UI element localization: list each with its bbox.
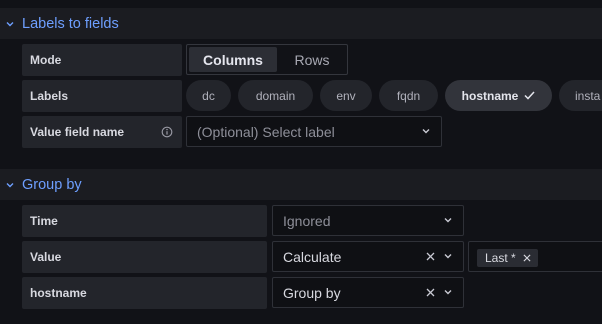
mode-rows-button[interactable]: Rows <box>279 47 345 72</box>
mode-columns-button[interactable]: Columns <box>189 47 277 72</box>
label-text: Value field name <box>30 125 125 139</box>
group-by-header[interactable]: Group by <box>0 169 602 200</box>
chevron-down-icon[interactable] <box>5 180 15 190</box>
value-config-select[interactable]: Calculate <box>272 241 464 272</box>
mode-segmented-control[interactable]: Columns Rows <box>186 44 348 75</box>
chevron-down-icon <box>444 290 452 295</box>
chevron-down-icon[interactable] <box>5 19 15 29</box>
select-value: Group by <box>283 284 341 301</box>
label-pill-domain[interactable]: domain <box>238 80 313 111</box>
info-icon[interactable] <box>161 126 173 138</box>
close-icon[interactable] <box>523 254 531 262</box>
calculation-tag: Last * <box>477 249 538 267</box>
select-value: Calculate <box>283 248 342 265</box>
time-config-select[interactable]: Ignored <box>272 205 464 236</box>
value-field-name-label: Value field name <box>22 116 182 148</box>
group-by-field-label: Time <box>22 205 267 237</box>
pill-label: hostname <box>461 88 519 103</box>
tag-label: Last * <box>485 251 516 265</box>
group-by-field-label: Value <box>22 241 267 273</box>
section-title: Group by <box>22 176 82 193</box>
label-pill-dc[interactable]: dc <box>186 80 231 111</box>
label-pill-fqdn[interactable]: fqdn <box>379 80 438 111</box>
section-title: Labels to fields <box>22 15 119 32</box>
calculations-select[interactable]: Last * <box>468 241 602 272</box>
chevron-down-icon <box>444 254 452 259</box>
label-pill-hostname[interactable]: hostname <box>445 80 552 111</box>
labels-label: Labels <box>22 80 182 112</box>
label-pill-env[interactable]: env <box>320 80 372 111</box>
select-value: Ignored <box>283 212 331 229</box>
close-icon[interactable] <box>426 252 435 261</box>
close-icon[interactable] <box>426 288 435 297</box>
chevron-down-icon <box>422 129 430 134</box>
hostname-config-select[interactable]: Group by <box>272 277 464 308</box>
chevron-down-icon <box>444 218 452 223</box>
mode-label: Mode <box>22 44 182 76</box>
select-placeholder: (Optional) Select label <box>197 123 335 140</box>
labels-to-fields-header[interactable]: Labels to fields <box>0 8 602 39</box>
group-by-field-label: hostname <box>22 277 267 309</box>
label-pill-insta[interactable]: insta <box>559 80 602 111</box>
check-icon <box>524 91 535 100</box>
value-field-select[interactable]: (Optional) Select label <box>186 116 442 147</box>
